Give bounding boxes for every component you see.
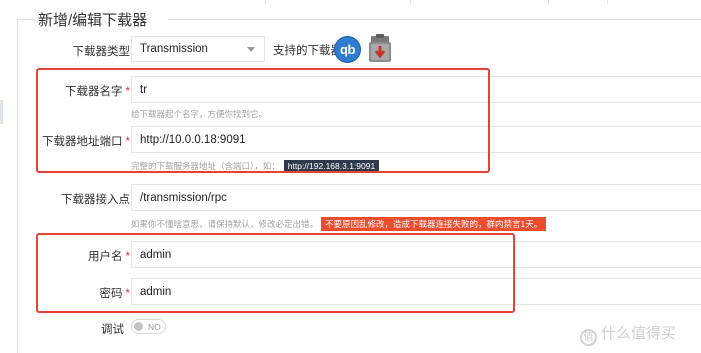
chevron-down-icon [247, 47, 255, 52]
endpoint-input-value: /transmission/rpc [140, 192, 227, 204]
client-type-label-text: 下载器类型 [72, 46, 131, 58]
transmission-icon[interactable] [367, 34, 393, 64]
endpoint-help-text: 如果你不懂啥意思，请保持默认，修改必定出错。 [131, 219, 319, 229]
debug-toggle[interactable]: NO [131, 319, 166, 334]
endpoint-label-text: 下载器接入点 [61, 194, 130, 206]
toggle-knob [134, 322, 143, 331]
highlight-box-name-address [36, 68, 490, 173]
endpoint-label: 下载器接入点 [0, 191, 130, 207]
highlight-box-credentials [36, 233, 515, 313]
debug-label-text: 调试 [101, 324, 124, 336]
watermark-text: 什么值得买 [601, 325, 677, 342]
watermark-logo-icon: 值 [580, 329, 597, 346]
client-type-value: Transmission [140, 43, 208, 55]
debug-label: 调试 [0, 321, 124, 337]
previous-table-edge [0, 0, 701, 4]
fieldset-border-left [17, 18, 18, 353]
endpoint-warning-tag: 不要原因乱修改，造成下载器连接失败的，群内禁言1天。 [321, 217, 547, 231]
client-type-select[interactable]: Transmission [131, 36, 265, 62]
form-legend: 新增/编辑下载器 [38, 12, 148, 29]
endpoint-help: 如果你不懂啥意思，请保持默认，修改必定出错。 不要原因乱修改，造成下载器连接失败的… [131, 217, 547, 231]
client-type-label: 下载器类型 [0, 43, 131, 59]
fieldset-border-top [168, 19, 701, 20]
site-watermark: 值什么值得买 [580, 322, 676, 346]
endpoint-input[interactable]: /transmission/rpc [131, 184, 701, 211]
debug-toggle-state: NO [148, 322, 161, 332]
qbittorrent-icon[interactable]: qb [334, 36, 361, 63]
left-scroll-marker [0, 100, 3, 124]
fieldset-border-top [17, 19, 35, 20]
